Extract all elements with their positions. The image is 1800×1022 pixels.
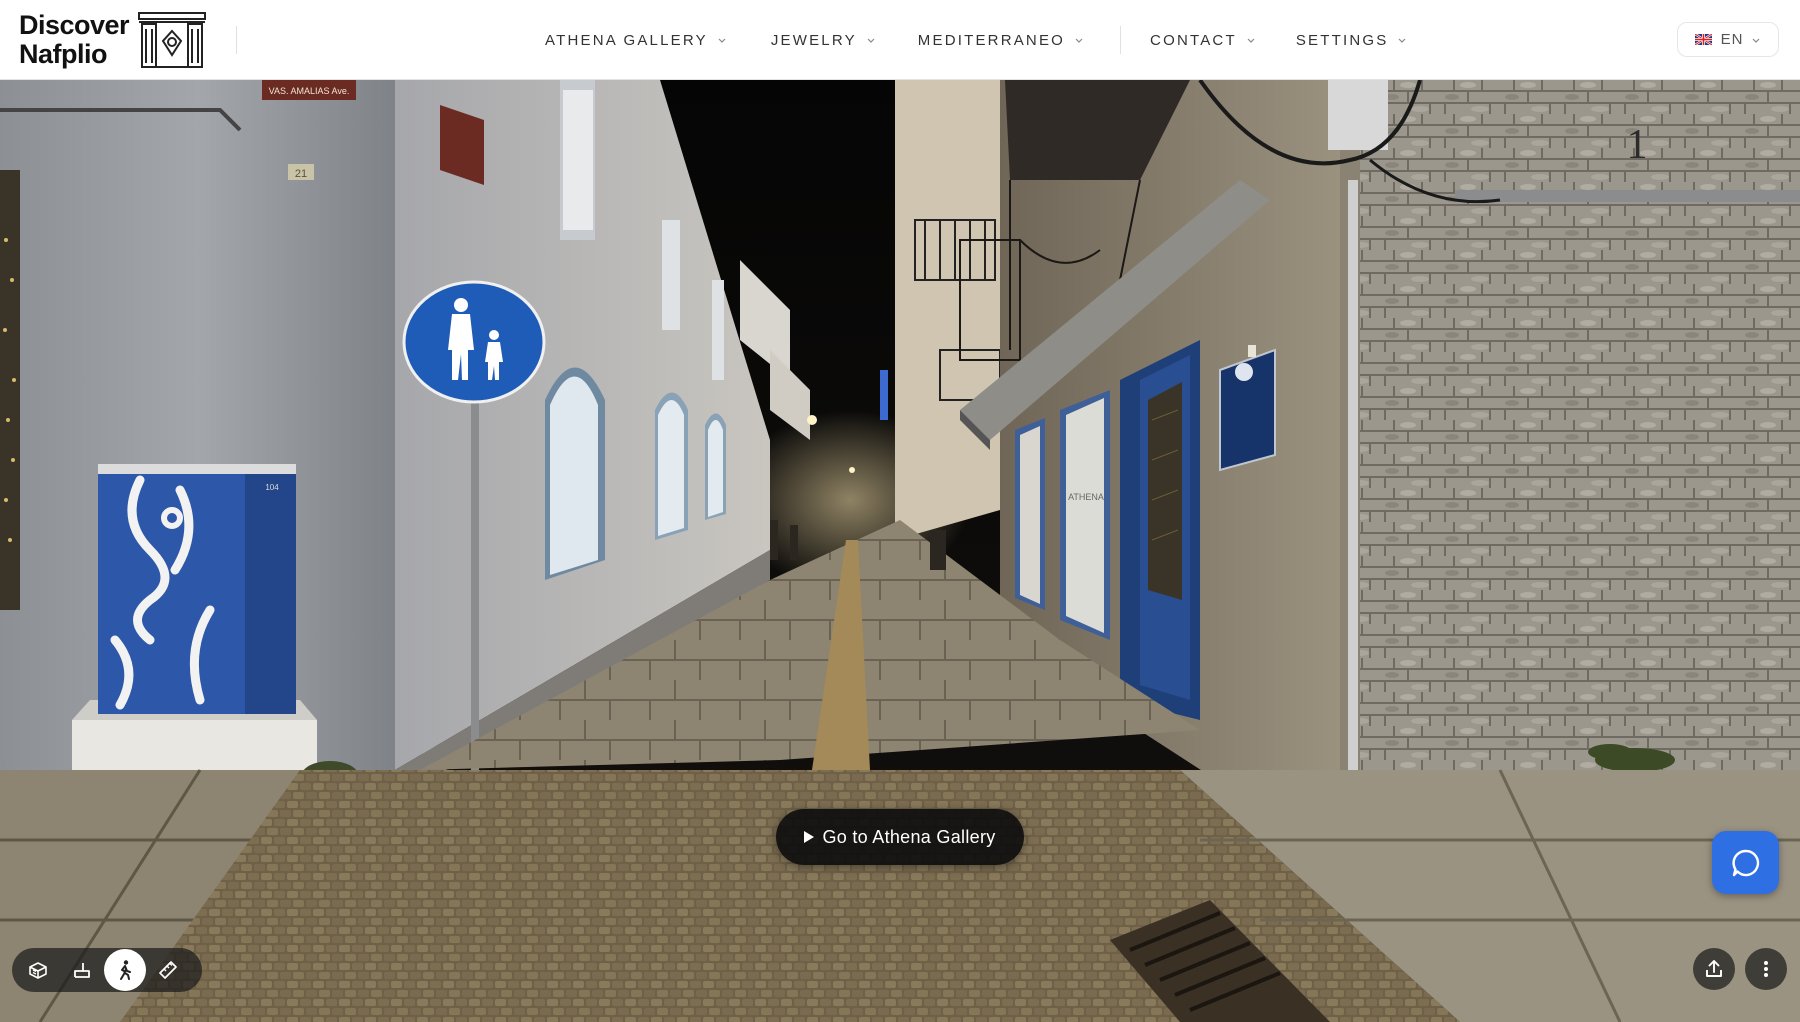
language-code: EN bbox=[1720, 31, 1744, 48]
play-icon bbox=[804, 831, 815, 843]
dollhouse-view-button[interactable] bbox=[16, 948, 60, 992]
language-selector[interactable]: EN bbox=[1677, 22, 1779, 57]
nav-label: MEDITERRANEO bbox=[917, 31, 1066, 49]
share-button[interactable] bbox=[1693, 948, 1735, 990]
share-icon bbox=[1706, 960, 1722, 977]
chevron-down-icon bbox=[1752, 38, 1760, 43]
more-vertical-icon bbox=[1764, 961, 1768, 977]
panorama-viewer[interactable]: VAS. AMALIAS Ave. 21 104 ATHENA 1 bbox=[0, 80, 1800, 1022]
nav-mediterraneo[interactable]: MEDITERRANEO bbox=[918, 32, 1084, 49]
gate-icon bbox=[138, 12, 207, 68]
chevron-down-icon bbox=[867, 38, 875, 43]
door-number-text: 1 bbox=[1627, 122, 1648, 168]
shop-sign-text: ATHENA bbox=[1068, 492, 1104, 502]
chevron-down-icon bbox=[718, 38, 726, 43]
walk-icon bbox=[120, 960, 131, 980]
chevron-down-icon bbox=[1075, 38, 1083, 43]
logo-wordmark: Discover Nafplio bbox=[19, 10, 130, 69]
nav-jewelry[interactable]: JEWELRY bbox=[771, 32, 876, 49]
more-options-button[interactable] bbox=[1745, 948, 1787, 990]
nav-label: SETTINGS bbox=[1295, 31, 1389, 49]
logo-line-2: Nafplio bbox=[19, 39, 108, 69]
chat-bubble-icon bbox=[1731, 849, 1759, 876]
nav-label: CONTACT bbox=[1150, 31, 1237, 49]
cta-label: Go to Athena Gallery bbox=[822, 826, 996, 847]
site-header: Discover Nafplio ATHENA GALLERY JEWELRY … bbox=[0, 0, 1800, 80]
floorplan-icon bbox=[74, 963, 90, 978]
nav-divider bbox=[1120, 26, 1122, 54]
house-number-text: 21 bbox=[295, 168, 307, 180]
nav-contact[interactable]: CONTACT bbox=[1150, 32, 1256, 49]
nav-label: ATHENA GALLERY bbox=[545, 31, 708, 49]
logo-line-1: Discover bbox=[19, 10, 130, 40]
view-mode-toolbar bbox=[12, 948, 202, 992]
uk-flag-icon bbox=[1694, 34, 1712, 45]
measure-icon bbox=[159, 961, 177, 979]
walkthrough-view-button[interactable] bbox=[104, 949, 146, 991]
chevron-down-icon bbox=[1247, 38, 1255, 43]
chevron-down-icon bbox=[1399, 38, 1406, 43]
go-to-athena-gallery-button[interactable]: Go to Athena Gallery bbox=[776, 809, 1024, 865]
nav-athena-gallery[interactable]: ATHENA GALLERY bbox=[545, 32, 727, 49]
main-nav: ATHENA GALLERY JEWELRY MEDITERRANEO CONT… bbox=[545, 0, 1407, 80]
header-divider bbox=[236, 26, 237, 54]
chat-button[interactable] bbox=[1712, 831, 1779, 894]
nav-label: JEWELRY bbox=[770, 31, 857, 49]
floorplan-view-button[interactable] bbox=[60, 948, 104, 992]
nav-settings[interactable]: SETTINGS bbox=[1296, 32, 1408, 49]
dollhouse-icon bbox=[29, 962, 47, 979]
cabinet-number-text: 104 bbox=[265, 483, 279, 492]
site-logo[interactable]: Discover Nafplio bbox=[19, 10, 207, 70]
street-panorama: VAS. AMALIAS Ave. 21 104 ATHENA 1 bbox=[0, 80, 1800, 1022]
measure-tool-button[interactable] bbox=[146, 948, 190, 992]
street-sign-text: VAS. AMALIAS Ave. bbox=[269, 86, 350, 96]
